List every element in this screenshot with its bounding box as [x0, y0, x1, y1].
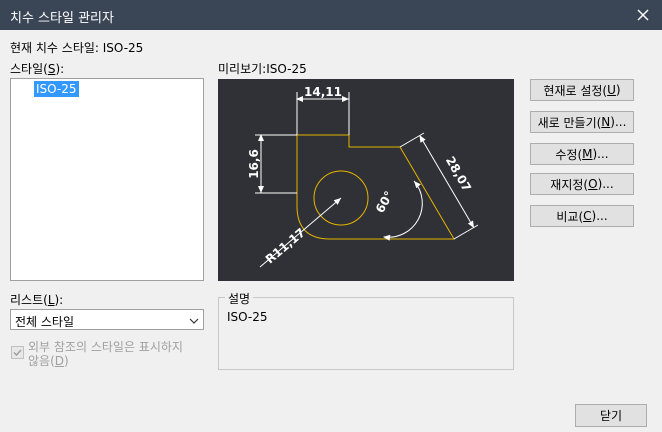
- styles-list[interactable]: ISO-25: [10, 78, 204, 281]
- description-group: [218, 297, 514, 370]
- current-style-label: 현재 치수 스타일: ISO-25: [10, 41, 144, 55]
- modify-button[interactable]: 수정(M)...: [530, 143, 634, 165]
- check-icon: [13, 349, 22, 357]
- dim-slanted: 28,07: [443, 154, 474, 194]
- list-filter-value: 전체 스타일: [15, 315, 75, 329]
- dim-radius: R11,17: [263, 225, 308, 266]
- window-title: 치수 스타일 관리자: [10, 11, 114, 26]
- title-bar: 치수 스타일 관리자: [0, 0, 662, 30]
- styles-label: 스타일(S):: [10, 62, 65, 76]
- preview-drawing: 14,11 16,6 28,07 60° R11,17: [247, 85, 479, 268]
- set-current-button[interactable]: 현재로 설정(U): [530, 79, 634, 101]
- dim-angle: 60°: [373, 189, 396, 216]
- dim-top-width: 14,11: [304, 85, 342, 99]
- hide-xref-styles-checkbox[interactable]: [11, 346, 24, 359]
- close-button[interactable]: 닫기: [575, 404, 647, 427]
- dim-left-height: 16,6: [247, 149, 261, 179]
- list-filter-label: 리스트(L):: [10, 293, 64, 307]
- close-icon: [637, 9, 649, 21]
- description-legend: 설명: [225, 290, 254, 307]
- style-preview: 14,11 16,6 28,07 60° R11,17: [218, 79, 514, 281]
- part-outline: [296, 134, 455, 240]
- description-text: ISO-25: [227, 310, 268, 324]
- override-button[interactable]: 재지정(O)...: [530, 173, 634, 195]
- list-filter-select[interactable]: 전체 스타일: [10, 309, 204, 330]
- new-style-button[interactable]: 새로 만들기(N)...: [530, 111, 634, 133]
- hide-xref-styles-label: 외부 참조의 스타일은 표시하지 않음(D): [28, 340, 183, 368]
- style-list-item[interactable]: ISO-25: [34, 81, 79, 97]
- chevron-down-icon: [189, 315, 199, 329]
- compare-button[interactable]: 비교(C)...: [530, 205, 634, 227]
- close-window-button[interactable]: [632, 4, 654, 26]
- preview-label: 미리보기:ISO-25: [218, 62, 307, 76]
